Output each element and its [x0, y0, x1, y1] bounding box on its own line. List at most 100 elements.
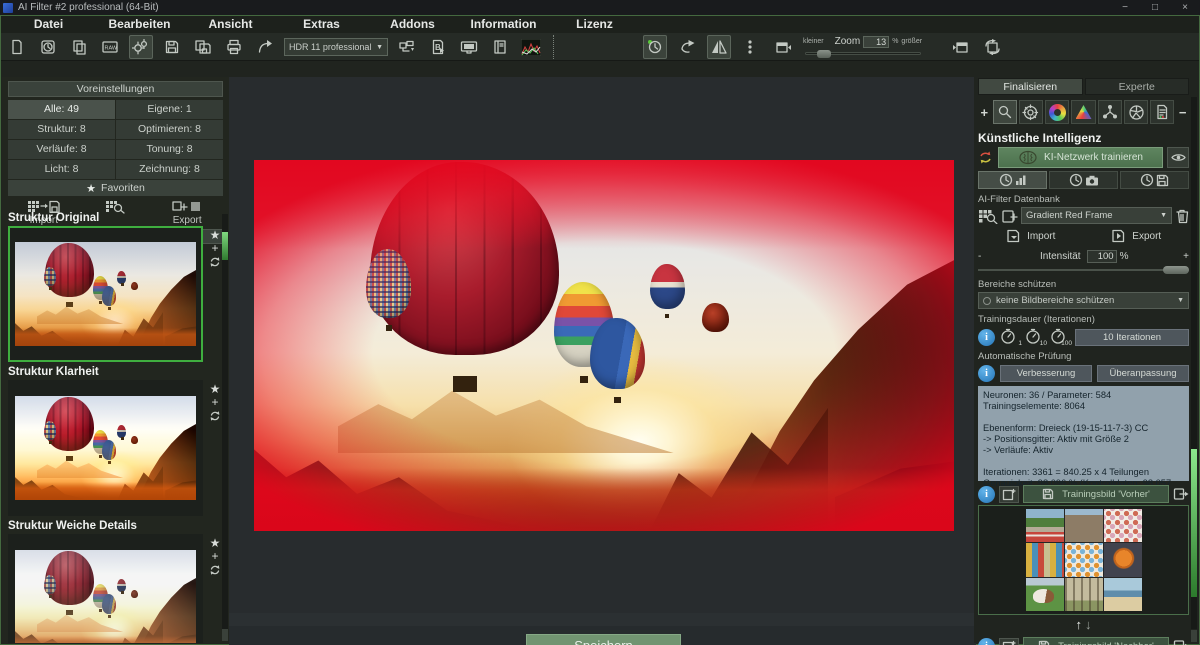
- info-icon[interactable]: i: [978, 365, 995, 382]
- zoom-value-input[interactable]: [863, 36, 889, 48]
- training-stats-button[interactable]: [978, 171, 1047, 189]
- manual-book-icon[interactable]: [488, 35, 512, 59]
- tab-finalisieren[interactable]: Finalisieren: [978, 78, 1083, 95]
- minimize-button[interactable]: −: [1110, 0, 1140, 15]
- protect-areas-dropdown[interactable]: keine Bildbereiche schützen ▼: [978, 292, 1189, 309]
- rotate-icon[interactable]: [981, 35, 1005, 59]
- batch-processing-icon[interactable]: B: [426, 35, 450, 59]
- preset-list-scrollbar[interactable]: [222, 214, 228, 641]
- overfitting-button[interactable]: Überanpassung: [1097, 365, 1189, 382]
- category-eigene[interactable]: Eigene: 1: [116, 100, 223, 119]
- remove-panel-button[interactable]: −: [1176, 100, 1189, 124]
- preset-struktur-weiche-details[interactable]: Struktur Weiche Details: [2, 520, 229, 643]
- training-image-before[interactable]: [978, 505, 1189, 615]
- intensity-decrease[interactable]: -: [978, 251, 988, 262]
- external-devices-icon[interactable]: [395, 35, 419, 59]
- ai-import-button[interactable]: Import: [978, 227, 1084, 245]
- presets-header[interactable]: Voreinstellungen: [8, 81, 223, 97]
- swap-arrows-icon[interactable]: ↑↓: [978, 617, 1189, 633]
- refresh-icon[interactable]: [209, 564, 221, 576]
- refresh-icon[interactable]: [209, 256, 221, 268]
- add-icon[interactable]: +: [211, 552, 218, 560]
- script-document-icon[interactable]: [1150, 100, 1174, 124]
- node-graph-icon[interactable]: [1098, 100, 1122, 124]
- zoom-slider-thumb[interactable]: [817, 50, 831, 58]
- adjust-dial-icon[interactable]: [1019, 100, 1043, 124]
- preset-struktur-klarheit[interactable]: Struktur Klarheit: [2, 366, 229, 516]
- project-dropdown[interactable]: HDR 11 professional ▼: [284, 38, 388, 56]
- category-zeichnung[interactable]: Zeichnung: 8: [116, 160, 223, 179]
- save-all-icon[interactable]: [191, 35, 215, 59]
- new-document-icon[interactable]: [5, 35, 29, 59]
- histogram-icon[interactable]: [519, 35, 543, 59]
- menu-lizenz[interactable]: Lizenz: [549, 16, 640, 33]
- scrollbar-thumb[interactable]: [1191, 449, 1197, 597]
- menu-ansicht[interactable]: Ansicht: [185, 16, 276, 33]
- trash-icon[interactable]: [1175, 208, 1189, 224]
- preset-struktur-original[interactable]: Struktur Original: [2, 212, 229, 362]
- close-button[interactable]: ×: [1170, 0, 1200, 15]
- new-image-icon[interactable]: [999, 486, 1019, 503]
- save-icon[interactable]: [160, 35, 184, 59]
- intensity-value[interactable]: 100: [1087, 250, 1117, 263]
- flip-horizontal-icon[interactable]: [707, 35, 731, 59]
- improvement-button[interactable]: Verbesserung: [1000, 365, 1092, 382]
- fullscreen-monitor-icon[interactable]: [457, 35, 481, 59]
- history-icon[interactable]: [36, 35, 60, 59]
- add-icon[interactable]: +: [211, 398, 218, 406]
- color-wheel-icon[interactable]: [1045, 100, 1069, 124]
- new-image-icon[interactable]: [999, 638, 1019, 645]
- database-dropdown[interactable]: Gradient Red Frame ▼: [1021, 207, 1172, 224]
- compare-before-icon[interactable]: [771, 35, 795, 59]
- intensity-slider[interactable]: [978, 266, 1189, 274]
- preview-eye-button[interactable]: [1167, 147, 1189, 168]
- training-image-before-button[interactable]: Trainingsbild 'Vorher': [1023, 485, 1169, 503]
- category-optimieren[interactable]: Optimieren: 8: [116, 120, 223, 139]
- redo-icon[interactable]: [675, 35, 699, 59]
- database-add-icon[interactable]: [1001, 208, 1018, 224]
- stopwatch-1-icon[interactable]: 1: [1000, 328, 1020, 346]
- info-icon[interactable]: i: [978, 638, 995, 645]
- category-verlaeufe[interactable]: Verläufe: 8: [8, 140, 115, 159]
- ai-panel-scrollbar[interactable]: [1191, 97, 1197, 629]
- export-image-icon[interactable]: [1173, 639, 1189, 645]
- favorite-star-icon[interactable]: ★: [210, 384, 221, 394]
- add-panel-button[interactable]: +: [978, 100, 991, 124]
- add-icon[interactable]: +: [211, 244, 218, 252]
- intensity-increase[interactable]: +: [1183, 251, 1189, 262]
- category-alle[interactable]: Alle: 49: [8, 100, 115, 119]
- training-save-button[interactable]: [1120, 171, 1189, 189]
- category-struktur[interactable]: Struktur: 8: [8, 120, 115, 139]
- favorite-star-icon[interactable]: ★: [210, 538, 221, 548]
- stopwatch-100-icon[interactable]: 100: [1050, 328, 1070, 346]
- stopwatch-10-icon[interactable]: 10: [1025, 328, 1045, 346]
- menu-information[interactable]: Information: [458, 16, 549, 33]
- save-button[interactable]: Speichern: [526, 634, 681, 645]
- export-share-icon[interactable]: [253, 35, 277, 59]
- edited-image[interactable]: [254, 160, 954, 531]
- ai-export-button[interactable]: Export: [1084, 227, 1190, 245]
- preset-thumbnail[interactable]: [8, 534, 203, 643]
- undo-history-icon[interactable]: [643, 35, 667, 59]
- aperture-icon[interactable]: [1124, 100, 1148, 124]
- scroll-down-button[interactable]: [1191, 630, 1197, 642]
- search-icon[interactable]: [993, 100, 1017, 124]
- preset-thumbnail[interactable]: [8, 226, 203, 362]
- menu-extras[interactable]: Extras: [276, 16, 367, 33]
- color-prism-icon[interactable]: [1071, 100, 1095, 124]
- zoom-slider-track[interactable]: [805, 52, 921, 55]
- database-browse-icon[interactable]: [978, 208, 998, 224]
- favorites-button[interactable]: ★ Favoriten: [8, 180, 223, 196]
- preset-thumbnail[interactable]: [8, 380, 203, 516]
- maximize-button[interactable]: □: [1140, 0, 1170, 15]
- print-icon[interactable]: [222, 35, 246, 59]
- raw-import-icon[interactable]: RAW: [98, 35, 122, 59]
- copy-icon[interactable]: [67, 35, 91, 59]
- retrain-icon[interactable]: [978, 150, 994, 165]
- tab-experte[interactable]: Experte: [1085, 78, 1190, 95]
- compare-after-icon[interactable]: [949, 35, 973, 59]
- menu-datei[interactable]: Datei: [3, 16, 94, 33]
- category-licht[interactable]: Licht: 8: [8, 160, 115, 179]
- refresh-icon[interactable]: [209, 410, 221, 422]
- info-icon[interactable]: i: [978, 486, 995, 503]
